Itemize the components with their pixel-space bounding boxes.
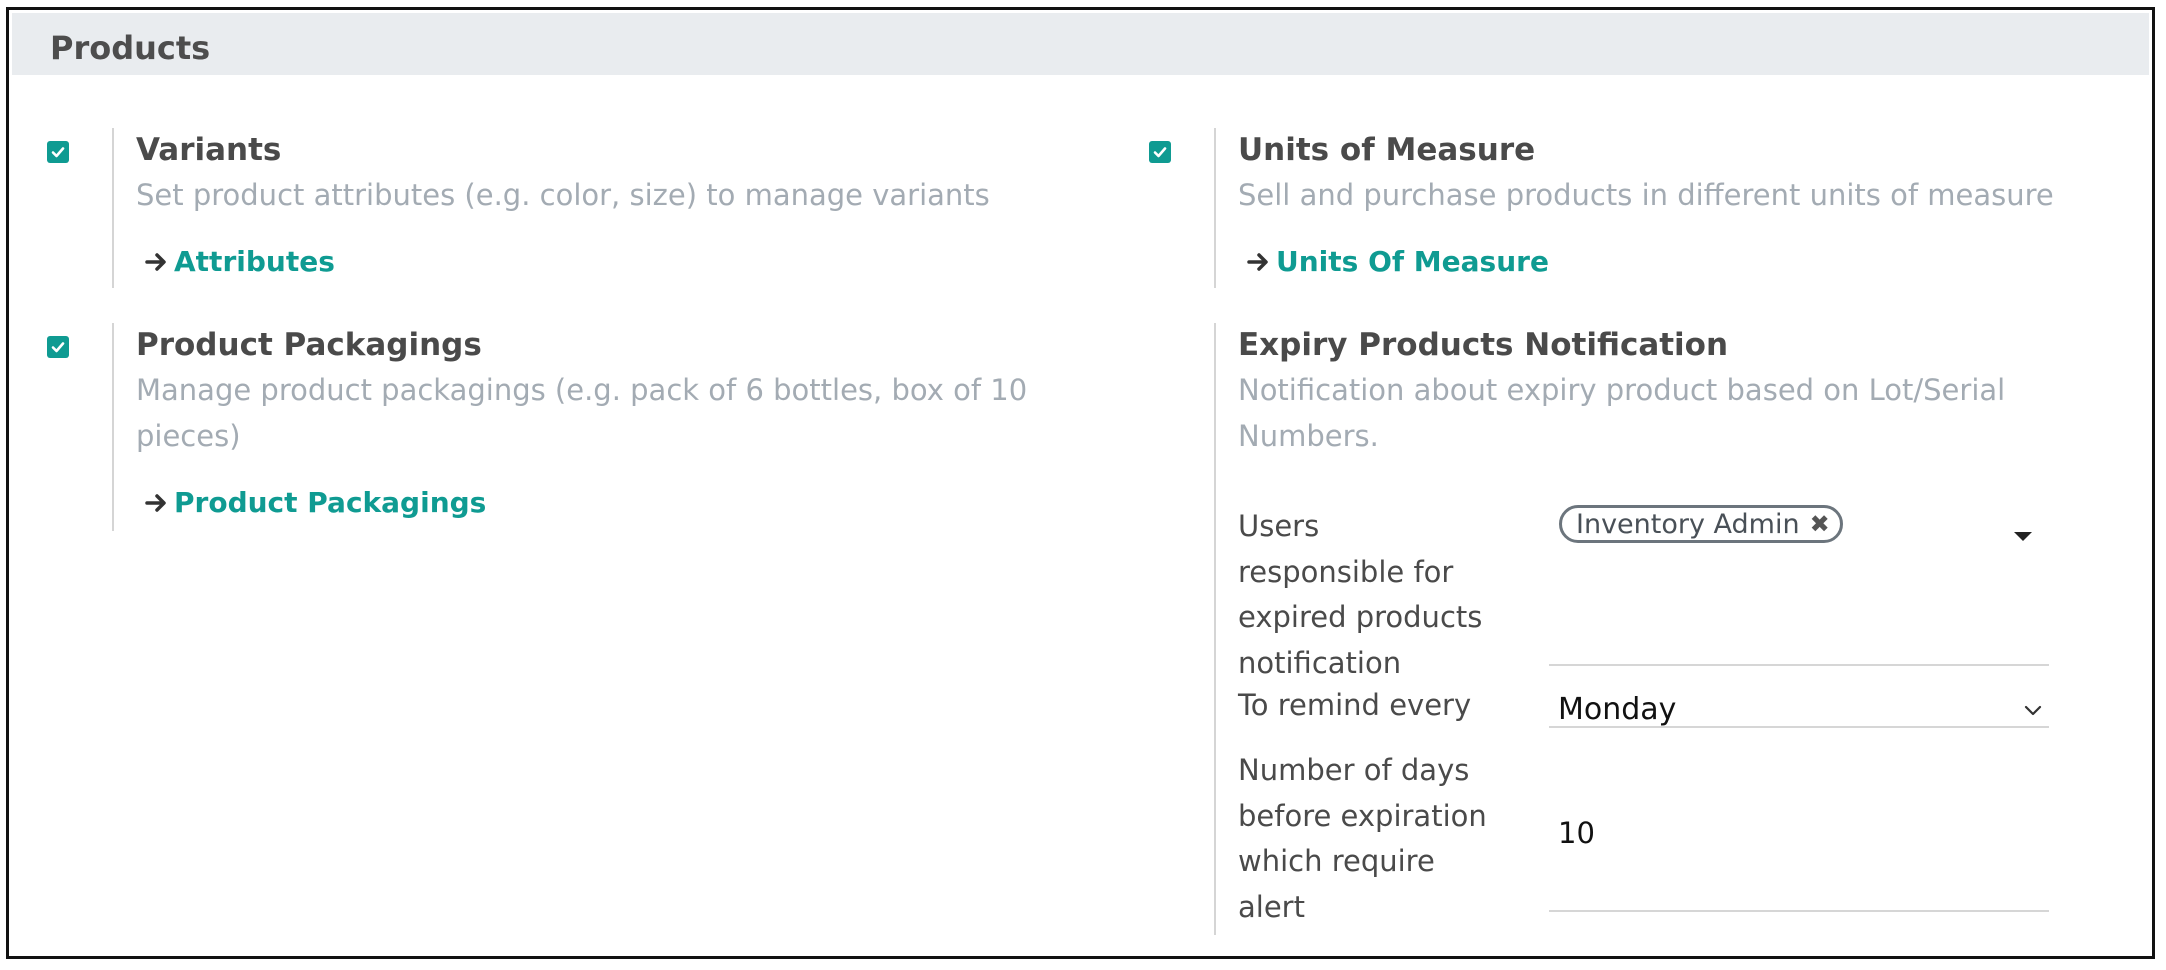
remind-select[interactable]: Monday — [1558, 692, 1676, 727]
expiry-title: Expiry Products Notification — [1238, 327, 1729, 363]
variants-title: Variants — [136, 132, 282, 168]
packagings-title: Product Packagings — [136, 327, 482, 363]
expiry-description-line2: Numbers. — [1238, 419, 1379, 453]
section-title: Products — [50, 29, 211, 67]
attributes-link[interactable]: Attributes — [144, 245, 335, 278]
tag-label: Inventory Admin — [1576, 508, 1800, 540]
users-responsible-label: Users responsible for expired products n… — [1238, 509, 1483, 680]
units-description: Sell and purchase products in different … — [1238, 178, 2054, 212]
product-packagings-link[interactable]: Product Packagings — [144, 486, 486, 519]
attributes-link-label: Attributes — [174, 245, 335, 278]
packagings-description-line2: pieces) — [136, 419, 241, 453]
divider — [1214, 128, 1216, 288]
section-header: Products — [12, 13, 2149, 75]
units-of-measure-link[interactable]: Units Of Measure — [1246, 245, 1549, 278]
units-link-label: Units Of Measure — [1276, 245, 1549, 278]
packagings-checkbox[interactable] — [47, 336, 69, 358]
remind-label: To remind every — [1238, 688, 1472, 722]
variants-checkbox[interactable] — [47, 141, 69, 163]
variants-description: Set product attributes (e.g. color, size… — [136, 178, 990, 212]
days-before-expiration-label: Number of days before expiration which r… — [1238, 753, 1487, 924]
expiry-description-line1: Notification about expiry product based … — [1238, 373, 2006, 407]
remind-field-underline — [1549, 726, 2049, 728]
days-input[interactable]: 10 — [1558, 816, 1595, 850]
users-field-underline — [1549, 664, 2049, 666]
settings-panel: Products Variants Set product attributes… — [6, 7, 2155, 959]
divider — [112, 128, 114, 288]
inventory-admin-tag[interactable]: Inventory Admin ✖ — [1559, 505, 1843, 543]
caret-down-icon[interactable] — [2014, 532, 2032, 541]
arrow-right-icon — [145, 493, 166, 512]
days-field-underline — [1549, 910, 2049, 912]
packagings-link-label: Product Packagings — [174, 486, 487, 519]
arrow-right-icon — [145, 252, 166, 271]
chevron-down-icon[interactable] — [2022, 700, 2044, 722]
close-icon[interactable]: ✖ — [1810, 510, 1830, 538]
check-icon — [1153, 147, 1167, 158]
units-title: Units of Measure — [1238, 132, 1536, 168]
units-checkbox[interactable] — [1149, 141, 1171, 163]
divider — [112, 323, 114, 531]
check-icon — [51, 342, 65, 353]
packagings-description-line1: Manage product packagings (e.g. pack of … — [136, 373, 1028, 407]
check-icon — [51, 147, 65, 158]
arrow-right-icon — [1247, 252, 1268, 271]
divider — [1214, 323, 1216, 935]
